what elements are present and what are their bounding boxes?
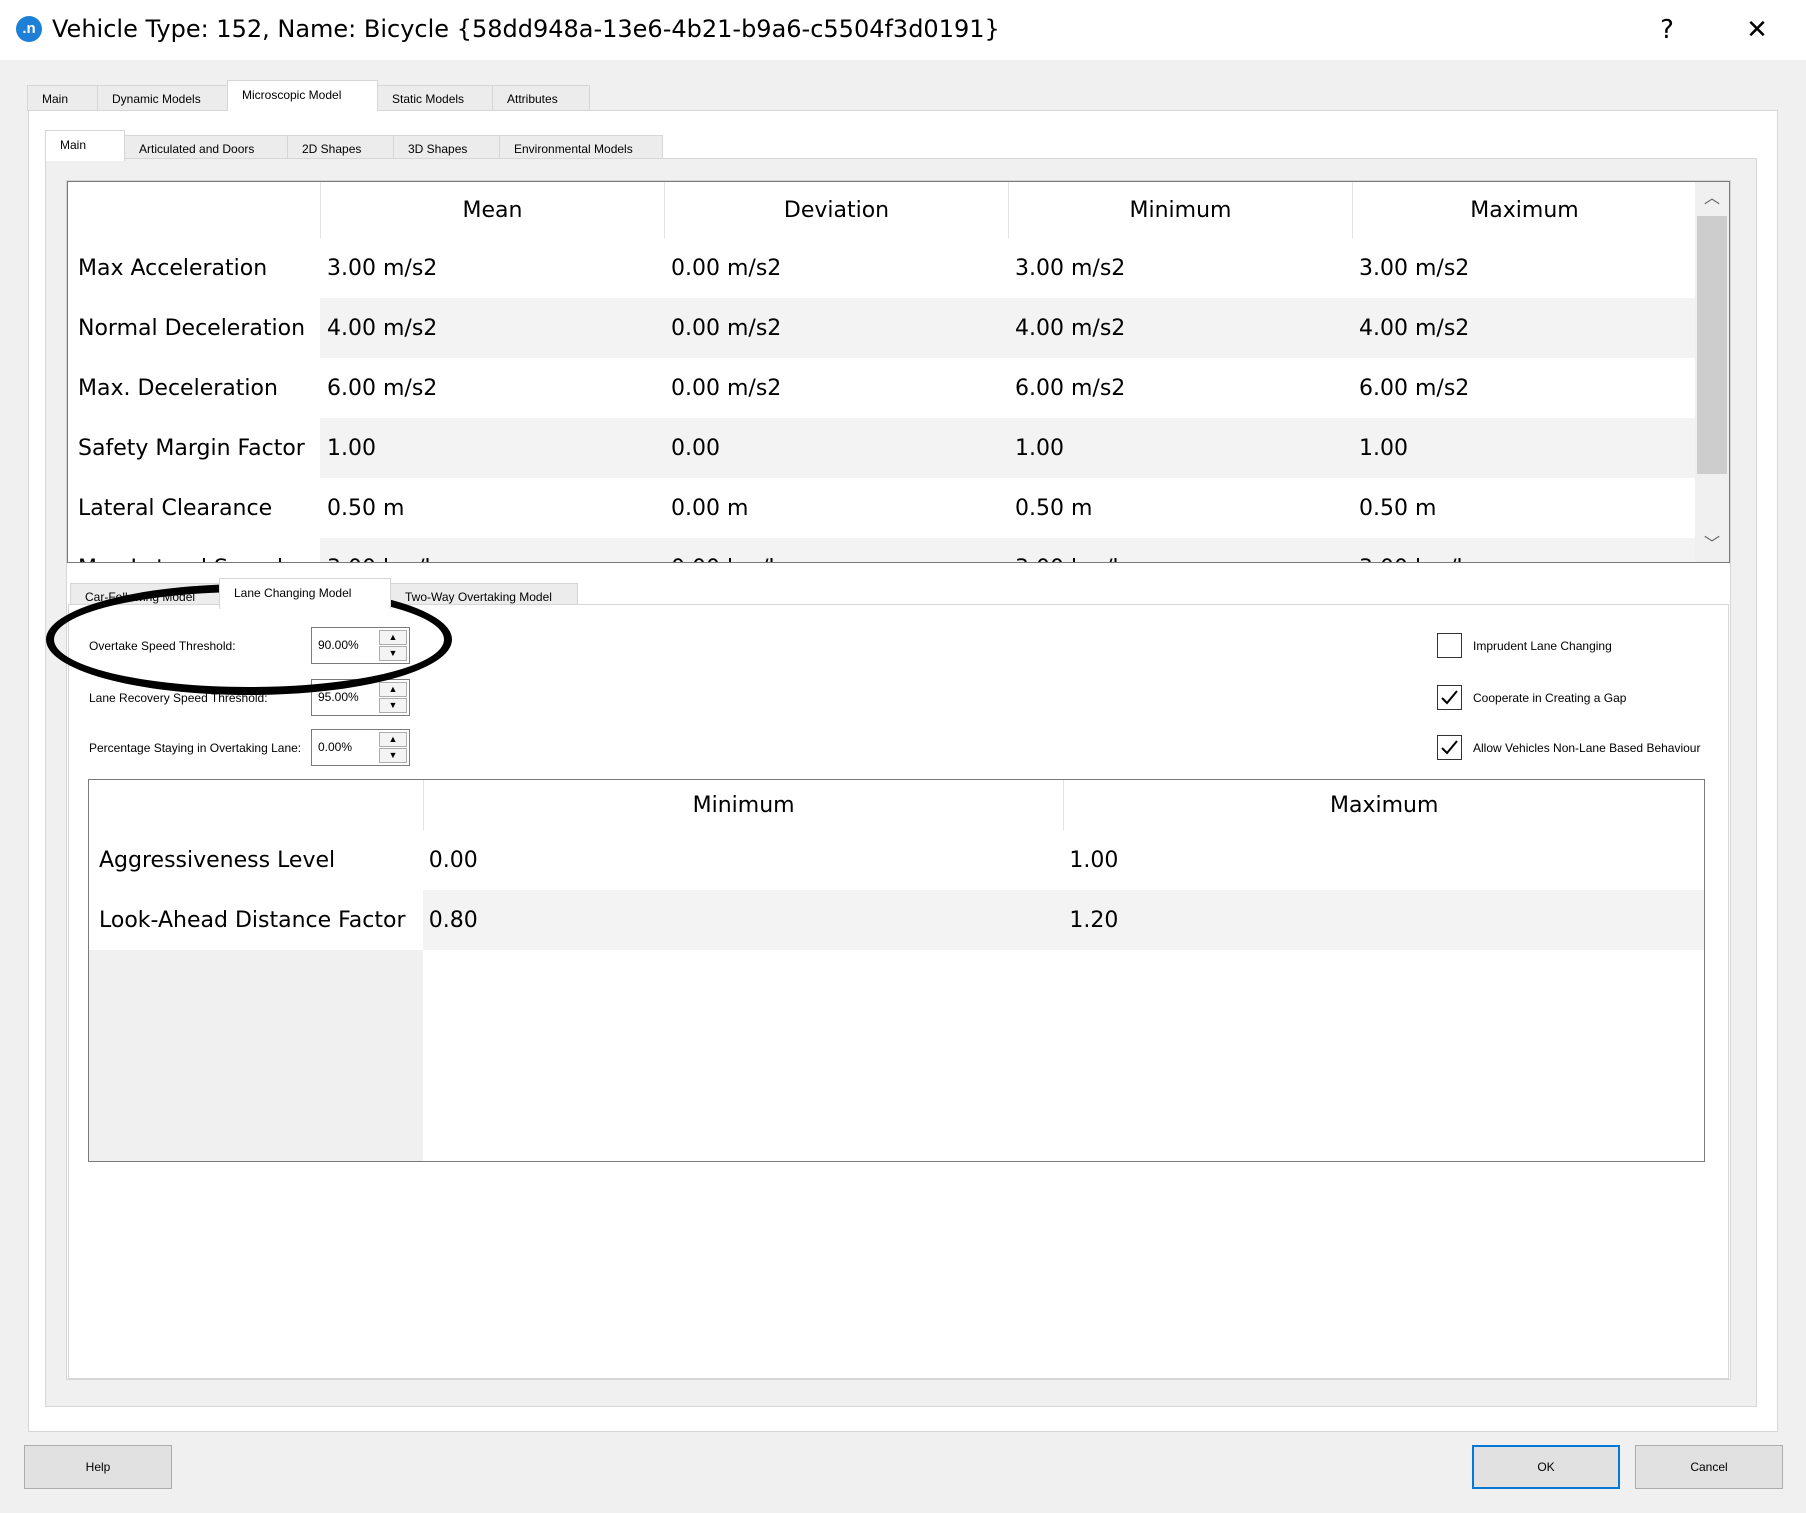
imprudent-lane-changing-checkbox[interactable] xyxy=(1437,633,1462,658)
table-header-row: Minimum Maximum xyxy=(89,780,1704,830)
table-cell[interactable]: 4.00 m/s2 xyxy=(1008,298,1352,358)
table-row[interactable]: Safety Margin Factor 1.00 0.00 1.00 1.00 xyxy=(68,418,1696,478)
stepper-up-icon[interactable]: ▲ xyxy=(379,682,407,697)
table-row[interactable]: Normal Deceleration 4.00 m/s2 0.00 m/s2 … xyxy=(68,298,1696,358)
row-label: Safety Margin Factor xyxy=(68,418,320,478)
scroll-down-icon[interactable]: ﹀ xyxy=(1695,530,1729,560)
table-cell[interactable]: 1.00 xyxy=(1352,418,1696,478)
table-cell[interactable]: 3.00 km/h xyxy=(320,538,664,562)
column-header-maximum[interactable]: Maximum xyxy=(1063,780,1704,830)
cooperate-gap-label: Cooperate in Creating a Gap xyxy=(1473,691,1627,705)
close-icon[interactable]: ✕ xyxy=(1737,10,1777,50)
sub-tab-bar: Main Articulated and Doors 2D Shapes 3D … xyxy=(45,130,663,161)
tab-dynamic-models[interactable]: Dynamic Models xyxy=(97,85,228,111)
table-row[interactable]: Look-Ahead Distance Factor 0.80 1.20 xyxy=(89,890,1705,950)
table-cell[interactable]: 6.00 m/s2 xyxy=(320,358,664,418)
tab-microscopic-model[interactable]: Microscopic Model xyxy=(227,80,378,111)
table-cell[interactable]: 1.00 xyxy=(1008,418,1352,478)
cancel-button[interactable]: Cancel xyxy=(1635,1445,1783,1489)
tab-static-models[interactable]: Static Models xyxy=(377,85,493,111)
table-cell[interactable]: 0.50 m xyxy=(1352,478,1696,538)
table-cell[interactable]: 3.00 m/s2 xyxy=(320,238,664,298)
table-cell[interactable]: 0.00 xyxy=(664,418,1008,478)
non-lane-based-checkbox[interactable] xyxy=(1437,735,1462,760)
column-header-mean[interactable]: Mean xyxy=(320,182,664,238)
table-cell[interactable]: 0.00 xyxy=(423,830,1064,890)
table-cell[interactable]: 0.50 m xyxy=(320,478,664,538)
table-cell[interactable]: 0.80 xyxy=(422,890,1064,950)
table-cell[interactable]: 3.00 m/s2 xyxy=(1352,238,1696,298)
checkmark-icon xyxy=(1441,740,1458,755)
column-header-minimum[interactable]: Minimum xyxy=(422,780,1064,830)
non-lane-based-label: Allow Vehicles Non-Lane Based Behaviour xyxy=(1473,741,1701,755)
app-icon: .n xyxy=(16,16,42,42)
row-label: Max. Deceleration xyxy=(68,358,320,418)
table-cell[interactable]: 0.00 m/s2 xyxy=(664,358,1008,418)
table-row[interactable]: Max Lateral Speed 3.00 km/h 0.00 km/h 3.… xyxy=(68,538,1696,562)
table-cell[interactable]: 0.00 m/s2 xyxy=(664,298,1008,358)
row-label: Lateral Clearance xyxy=(68,478,320,538)
table-row[interactable]: Lateral Clearance 0.50 m 0.00 m 0.50 m 0… xyxy=(68,478,1696,538)
scrollbar-thumb[interactable] xyxy=(1697,216,1727,474)
stepper-up-icon[interactable]: ▲ xyxy=(379,732,407,747)
title-bar: .n Vehicle Type: 152, Name: Bicycle {58d… xyxy=(0,0,1806,60)
table-cell[interactable]: 4.00 m/s2 xyxy=(1352,298,1696,358)
column-header-maximum[interactable]: Maximum xyxy=(1352,182,1696,238)
tab-main[interactable]: Main xyxy=(27,85,98,111)
help-icon[interactable]: ? xyxy=(1647,10,1687,50)
table-cell[interactable]: 6.00 m/s2 xyxy=(1008,358,1352,418)
checkmark-icon xyxy=(1441,690,1458,705)
scroll-up-icon[interactable]: ︿ xyxy=(1695,184,1729,214)
table-row[interactable]: Max. Deceleration 6.00 m/s2 0.00 m/s2 6.… xyxy=(68,358,1696,418)
table-cell[interactable]: 4.00 m/s2 xyxy=(320,298,664,358)
row-label: Max Lateral Speed xyxy=(68,538,320,562)
ok-button[interactable]: OK xyxy=(1472,1445,1620,1489)
row-label: Max Acceleration xyxy=(68,238,320,298)
column-header-deviation[interactable]: Deviation xyxy=(664,182,1008,238)
table-cell[interactable]: 1.00 xyxy=(320,418,664,478)
stepper-down-icon[interactable]: ▼ xyxy=(379,698,407,713)
vertical-scrollbar[interactable]: ︿ ﹀ xyxy=(1695,182,1729,562)
help-button[interactable]: Help xyxy=(24,1445,172,1489)
cooperate-gap-checkbox[interactable] xyxy=(1437,685,1462,710)
table-row[interactable]: Max Acceleration 3.00 m/s2 0.00 m/s2 3.0… xyxy=(68,238,1696,298)
table-cell[interactable]: 0.00 m xyxy=(664,478,1008,538)
percentage-staying-stepper[interactable]: 0.00% ▲ ▼ xyxy=(311,729,410,766)
stepper-value[interactable]: 95.00% xyxy=(318,690,359,704)
table-cell[interactable]: 0.00 km/h xyxy=(664,538,1008,562)
table-cell[interactable]: 3.00 km/h xyxy=(1008,538,1352,562)
stepper-value[interactable]: 0.00% xyxy=(318,740,352,754)
subtab-main[interactable]: Main xyxy=(45,130,125,161)
row-label: Normal Deceleration xyxy=(68,298,320,358)
column-header-minimum[interactable]: Minimum xyxy=(1008,182,1352,238)
behaviour-table[interactable]: Minimum Maximum Aggressiveness Level 0.0… xyxy=(88,779,1705,1162)
table-cell[interactable]: 3.00 km/h xyxy=(1352,538,1696,562)
imprudent-lane-changing-label: Imprudent Lane Changing xyxy=(1473,639,1612,653)
table-cell[interactable]: 6.00 m/s2 xyxy=(1352,358,1696,418)
tab-attributes[interactable]: Attributes xyxy=(492,85,590,111)
stepper-down-icon[interactable]: ▼ xyxy=(379,748,407,763)
window-title: Vehicle Type: 152, Name: Bicycle {58dd94… xyxy=(52,15,1000,43)
top-tab-bar: Main Dynamic Models Microscopic Model St… xyxy=(27,80,590,111)
percentage-staying-label: Percentage Staying in Overtaking Lane: xyxy=(89,741,302,755)
table-cell[interactable]: 3.00 m/s2 xyxy=(1008,238,1352,298)
params-table[interactable]: Mean Deviation Minimum Maximum Max Accel… xyxy=(67,181,1730,563)
row-label: Look-Ahead Distance Factor xyxy=(89,890,423,950)
table-cell[interactable]: 0.00 m/s2 xyxy=(664,238,1008,298)
table-cell[interactable]: 1.00 xyxy=(1063,830,1704,890)
tab-lane-changing-model[interactable]: Lane Changing Model xyxy=(219,578,391,609)
table-header-row: Mean Deviation Minimum Maximum xyxy=(68,182,1696,238)
row-label: Aggressiveness Level xyxy=(89,830,423,890)
table-cell[interactable]: 0.50 m xyxy=(1008,478,1352,538)
table-row[interactable]: Aggressiveness Level 0.00 1.00 xyxy=(89,830,1704,890)
table-cell[interactable]: 1.20 xyxy=(1063,890,1705,950)
